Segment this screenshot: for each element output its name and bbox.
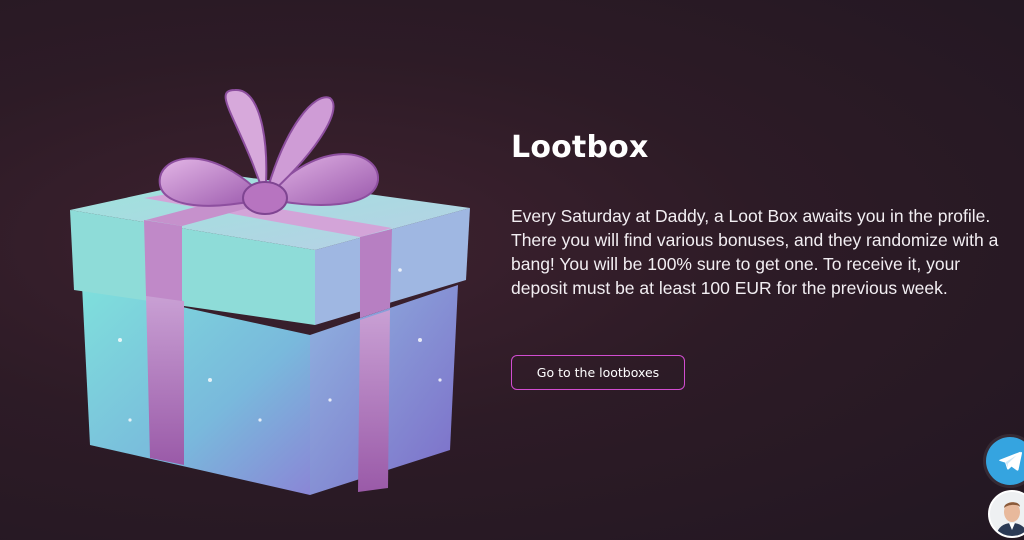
go-to-lootboxes-button[interactable]: Go to the lootboxes: [511, 355, 685, 390]
telegram-plane-icon: [999, 451, 1022, 471]
promo-title: Lootbox: [511, 130, 649, 165]
gift-box-illustration: [60, 80, 480, 510]
promo-description: Every Saturday at Daddy, a Loot Box awai…: [511, 206, 999, 298]
telegram-icon[interactable]: [986, 437, 1024, 485]
promo-content: Lootbox Every Saturday at Daddy, a Loot …: [511, 128, 1001, 300]
support-person-icon: [990, 492, 1024, 536]
support-avatar[interactable]: [988, 490, 1024, 538]
